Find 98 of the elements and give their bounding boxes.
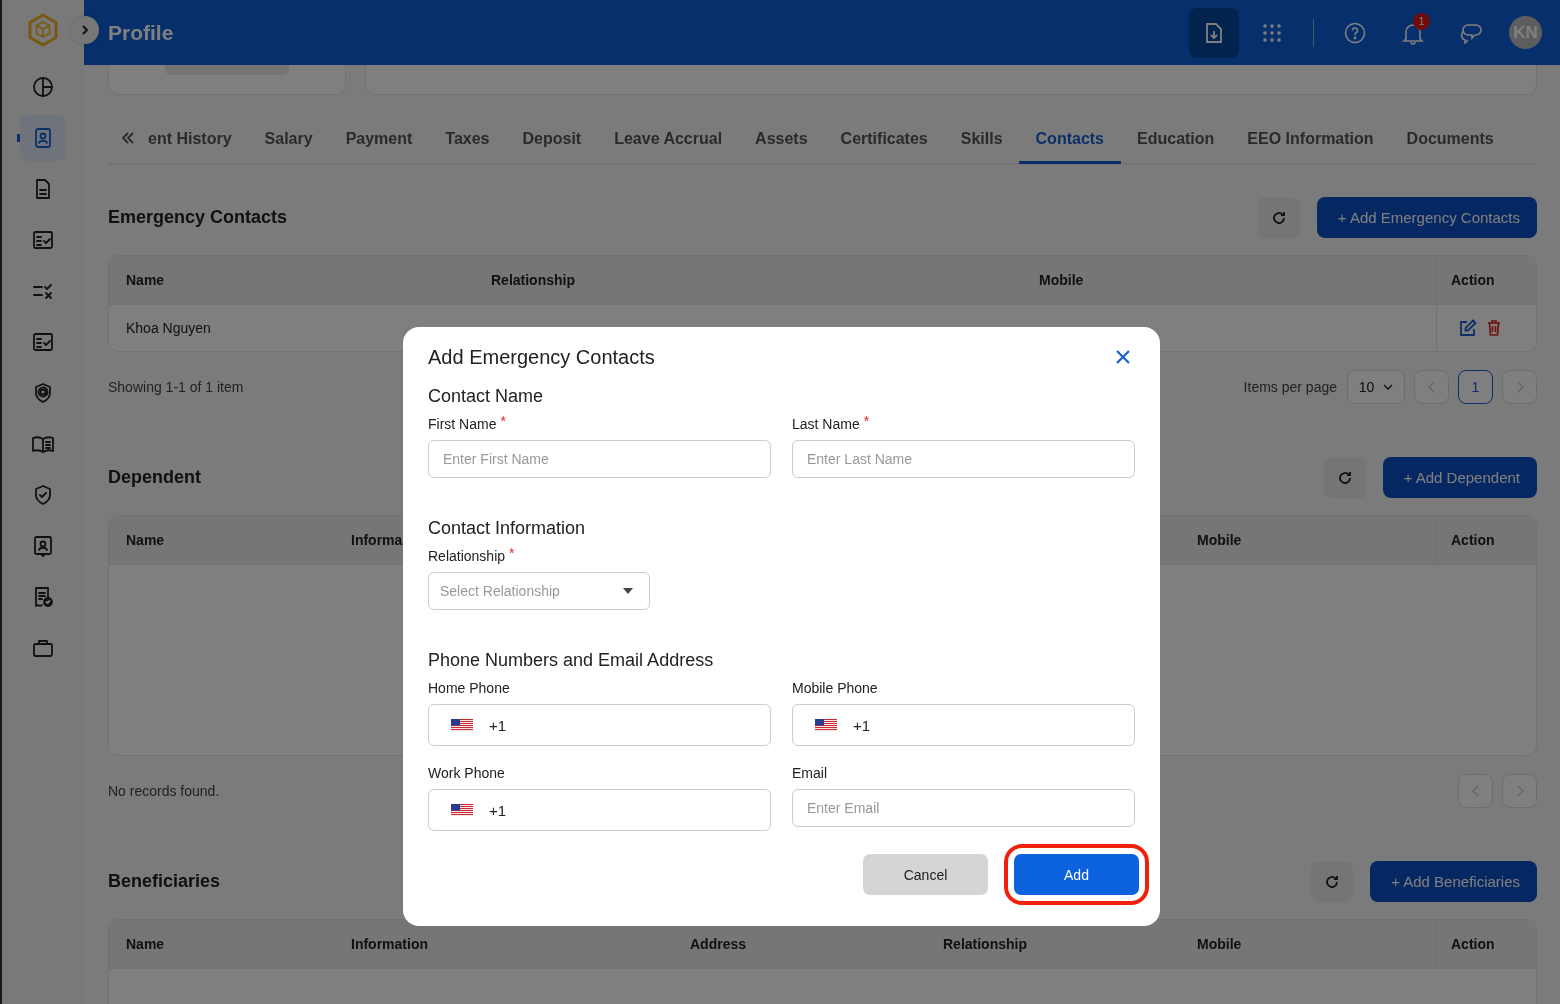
checklist-icon	[31, 330, 55, 354]
tab[interactable]: Payment	[329, 114, 429, 164]
add-button[interactable]: + Add Beneficiaries	[1370, 861, 1537, 902]
text-field[interactable]: Enter First Name	[428, 440, 771, 478]
field-label: First Name	[428, 416, 497, 432]
chevron-right-icon	[80, 24, 90, 36]
pie-icon	[31, 75, 55, 99]
text-field[interactable]: Enter Last Name	[792, 440, 1135, 478]
dialog-title: Add Emergency Contacts	[428, 345, 655, 369]
add-button[interactable]: + Add Emergency Contacts	[1316, 197, 1537, 238]
required-mark: *	[500, 413, 506, 429]
records-summary: Showing 1-1 of 1 item	[108, 379, 244, 395]
field-label: Work Phone	[428, 765, 505, 781]
column-header: Name	[125, 936, 165, 952]
checklist-icon	[31, 228, 55, 252]
column-header: Mobile	[1196, 532, 1242, 548]
tab[interactable]: Contacts	[1019, 114, 1121, 164]
column-header: Address	[689, 936, 747, 952]
chevron-down-icon	[1383, 384, 1394, 390]
flag-icon	[451, 804, 473, 816]
chevron-right-icon	[1515, 785, 1524, 797]
group-heading: Phone Numbers and Email Address	[428, 650, 715, 671]
double-chevron-left-icon	[121, 132, 135, 144]
column-header: Action	[1450, 272, 1495, 288]
phone-field[interactable]: +1	[792, 704, 1135, 746]
tab[interactable]: Deposit	[506, 114, 598, 164]
badge-icon	[31, 534, 55, 558]
tab[interactable]: Education	[1120, 114, 1231, 164]
tab[interactable]: Documents	[1390, 114, 1511, 164]
close-icon	[1116, 350, 1130, 364]
notification-badge: 1	[1413, 12, 1430, 30]
section-title: Beneficiaries	[108, 871, 221, 892]
select-field[interactable]: Select Relationship	[428, 572, 650, 610]
required-mark: *	[509, 545, 515, 561]
items-per-page-label: Items per page	[1243, 379, 1337, 395]
column-header: Name	[125, 272, 165, 288]
hexagon-logo-icon	[28, 13, 58, 47]
tab[interactable]: Skills	[944, 114, 1020, 164]
page-button[interactable]: 1	[1458, 370, 1493, 404]
field-label: Home Phone	[428, 680, 510, 696]
notifications-button[interactable]: 1	[1388, 7, 1438, 58]
tab[interactable]: Taxes	[428, 114, 506, 164]
tab[interactable]: Assets	[738, 114, 825, 164]
chevron-left-icon	[1471, 785, 1480, 797]
required-mark: *	[863, 413, 870, 429]
chevron-right-icon	[1515, 381, 1524, 393]
field-label: Relationship	[428, 548, 506, 564]
chat-bubbles-icon	[1459, 21, 1483, 44]
section-title: Dependent	[108, 467, 201, 488]
group-heading: Contact Name	[428, 386, 545, 407]
refresh-button[interactable]	[1311, 860, 1354, 903]
tab[interactable]: Salary	[248, 114, 330, 164]
add-button[interactable]: Add	[1014, 854, 1139, 895]
help-icon	[1344, 21, 1366, 44]
field-label: Mobile Phone	[792, 680, 878, 696]
group-heading: Contact Information	[428, 518, 587, 539]
edit-button[interactable]	[1459, 319, 1477, 337]
tab[interactable]: ent History	[148, 114, 249, 164]
refresh-icon	[1336, 469, 1353, 486]
column-header: Action	[1450, 532, 1495, 548]
refresh-button[interactable]	[1323, 456, 1366, 499]
refresh-button[interactable]	[1257, 196, 1300, 239]
field-label: Email	[792, 765, 827, 781]
section-title: Emergency Contacts	[108, 207, 288, 228]
caret-icon	[623, 588, 633, 594]
column-header: Mobile	[1196, 936, 1242, 952]
refresh-icon	[1324, 873, 1341, 890]
add-button[interactable]: + Add Dependent	[1382, 457, 1537, 498]
chevron-left-icon	[1427, 381, 1436, 393]
column-header: Mobile	[1038, 272, 1084, 288]
flag-icon	[815, 719, 837, 731]
download-button[interactable]	[1189, 7, 1239, 58]
column-header: Informa	[350, 532, 403, 548]
file-download-icon	[1204, 21, 1224, 44]
page-size-select[interactable]: 10	[1347, 370, 1405, 404]
flag-icon	[451, 719, 473, 731]
column-header: Relationship	[490, 272, 575, 288]
tab[interactable]: Certificates	[824, 114, 945, 164]
tab[interactable]: Leave Accrual	[597, 114, 739, 164]
edit-icon	[1459, 319, 1477, 337]
column-header: Action	[1450, 936, 1495, 952]
page-title: Profile	[108, 20, 174, 45]
trash-icon	[1487, 320, 1501, 336]
table-cell-text: Khoa Nguyen	[125, 320, 212, 336]
cancel-button[interactable]: Cancel	[863, 854, 988, 895]
column-header: Name	[125, 532, 165, 548]
grid-dots-icon	[1263, 23, 1281, 42]
delete-button[interactable]	[1487, 320, 1501, 336]
phone-field[interactable]: +1	[428, 704, 771, 746]
records-summary: No records found.	[108, 783, 220, 799]
tab[interactable]: EEO Information	[1230, 114, 1391, 164]
phone-field[interactable]: +1	[428, 789, 771, 831]
column-header: Relationship	[942, 936, 1027, 952]
text-field[interactable]: Enter Email	[792, 789, 1135, 827]
column-header: Information	[350, 936, 428, 952]
field-label: Last Name	[792, 416, 860, 432]
sidebar-item[interactable]	[20, 115, 66, 161]
refresh-icon	[1270, 209, 1287, 226]
